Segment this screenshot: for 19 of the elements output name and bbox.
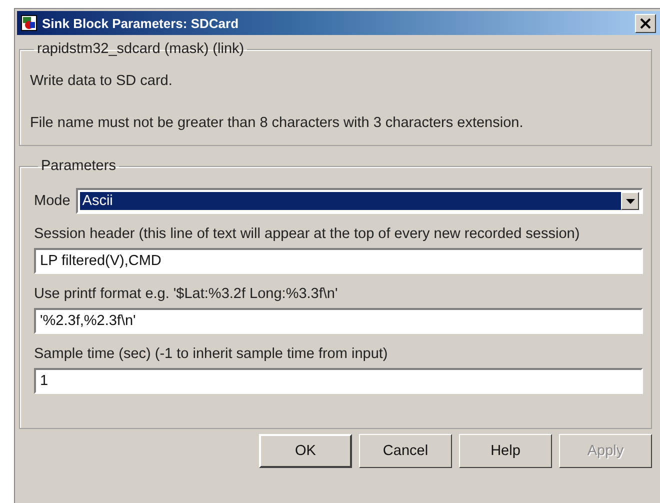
window-title: Sink Block Parameters: SDCard [42,16,240,30]
input-field[interactable]: '%2.3f,%2.3f\n' [34,308,643,334]
help-button[interactable]: Help [459,434,552,468]
block-icon [21,15,37,31]
description-text: File name must not be greater than 8 characters with 3 characters extension. [30,115,524,131]
field-label: Use printf format e.g. '$Lat:%3.2f Long:%3.3f\n' [34,286,339,302]
close-icon [640,18,651,28]
cancel-button[interactable]: Cancel [359,434,452,468]
input-field[interactable]: LP filtered(V),CMD [34,248,643,274]
group-title: Parameters [40,158,117,174]
input-field[interactable]: 1 [34,368,643,394]
close-button[interactable] [635,14,656,32]
field-label: Session header (this line of text will appear at the top of every new recorded session) [34,226,581,242]
field-label: Mode [34,193,70,209]
mode-dropdown[interactable]: Ascii [76,188,643,214]
field-label: Sample time (sec) (-1 to inherit sample time from input) [34,346,389,362]
ok-button[interactable]: OK [259,434,352,468]
group-title: rapidstm32_sdcard (mask) (link) [36,41,246,57]
description-text: Write data to SD card. [30,73,174,89]
